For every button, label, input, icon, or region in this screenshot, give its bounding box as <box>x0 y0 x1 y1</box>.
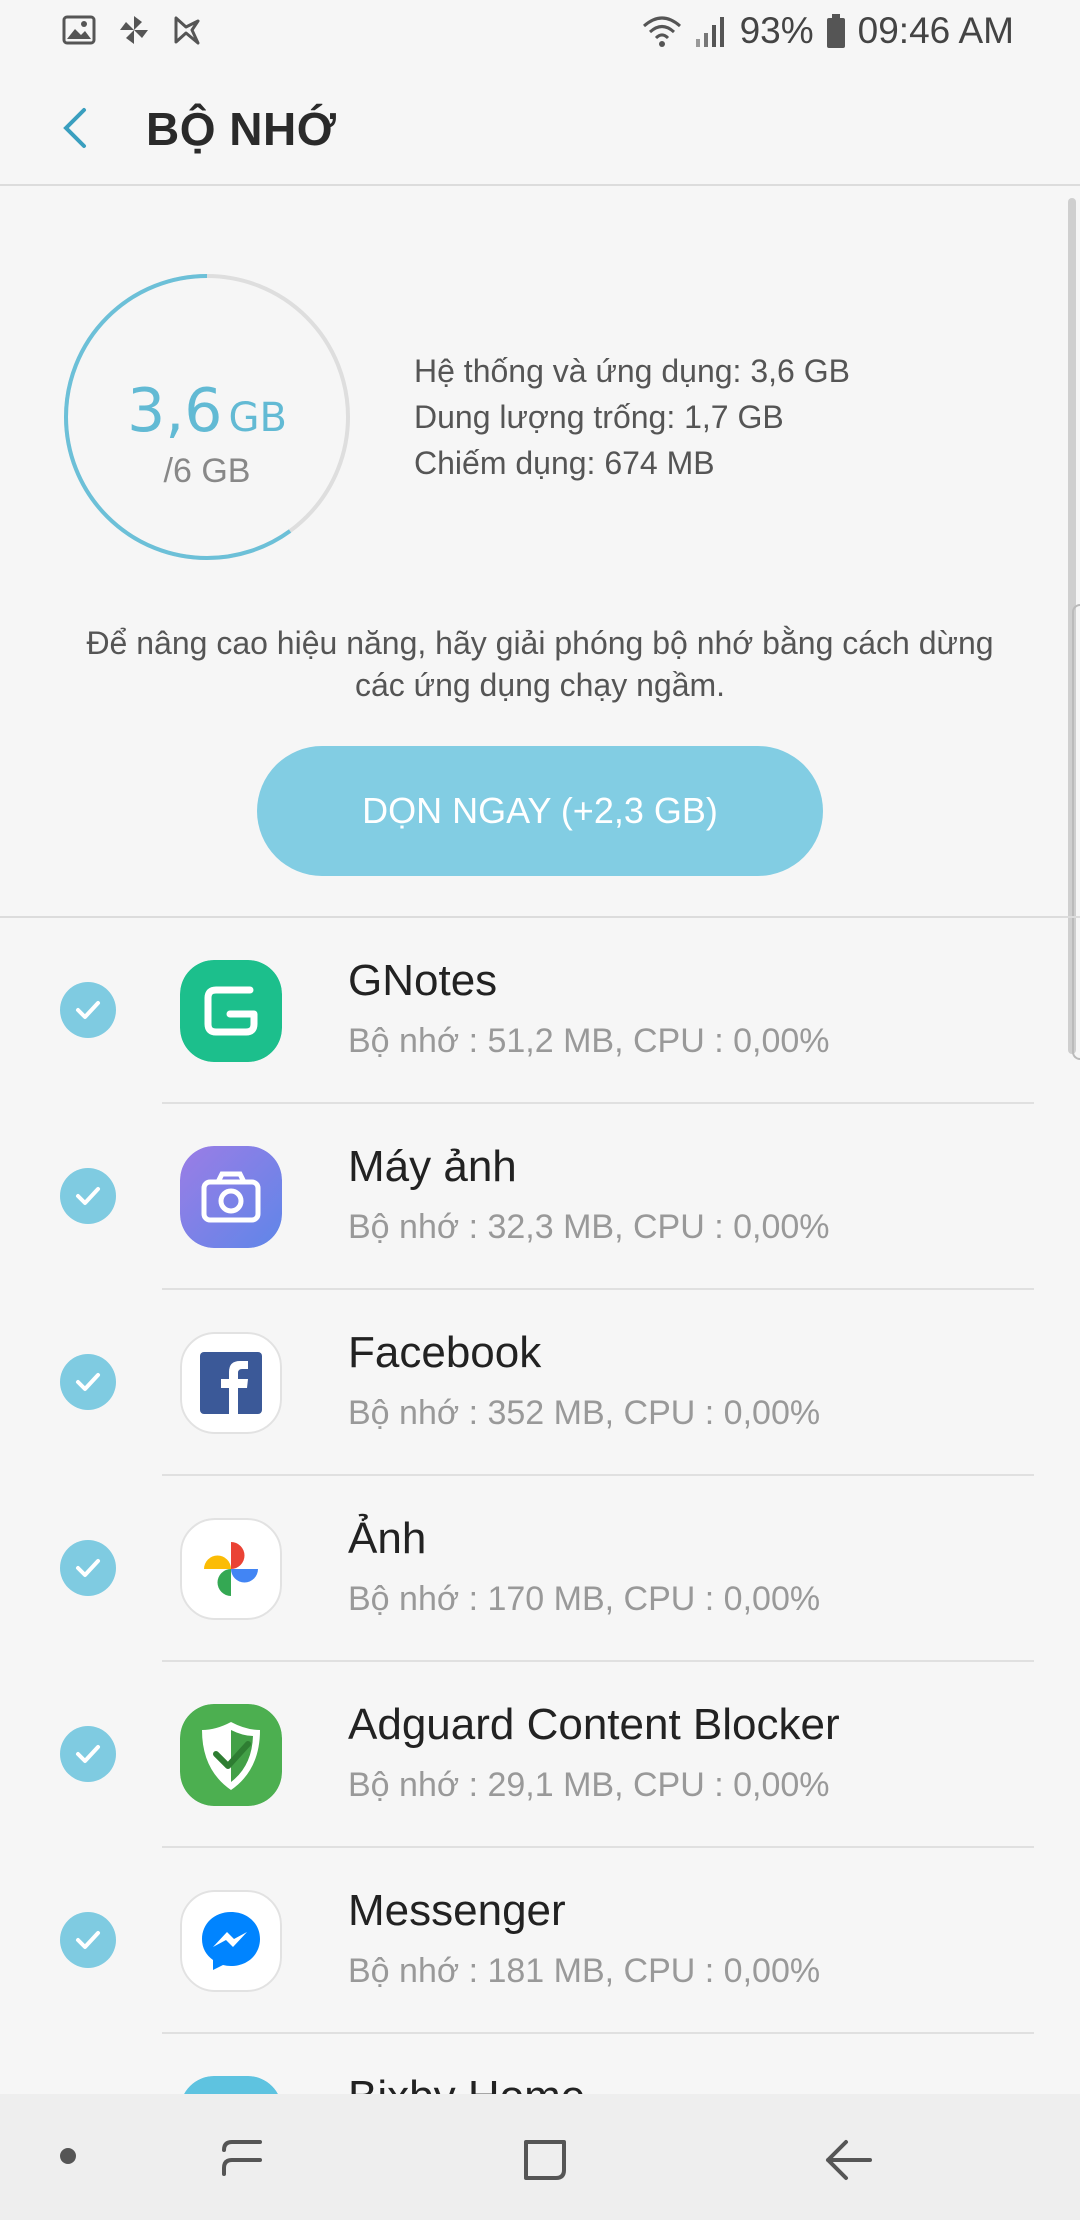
app-usage: Bộ nhớ : 352 MB, CPU : 0,00% <box>348 1394 821 1432</box>
system-status: 93% 09:46 AM <box>642 10 1014 52</box>
checkbox[interactable] <box>60 1354 116 1410</box>
chevron-left-icon <box>63 108 86 148</box>
back-nav-button[interactable] <box>812 2124 882 2194</box>
hint-text: Để nâng cao hiệu năng, hãy giải phóng bộ… <box>60 622 1020 706</box>
checkbox[interactable] <box>60 1912 116 1968</box>
list-item[interactable]: Máy ảnh Bộ nhớ : 32,3 MB, CPU : 0,00% <box>0 1104 1080 1290</box>
checkbox[interactable] <box>60 1168 116 1224</box>
app-name: GNotes <box>348 956 498 1005</box>
check-icon <box>76 1001 100 1019</box>
app-name: Ảnh <box>348 1514 427 1563</box>
pinwheel-notification-icon <box>118 14 150 46</box>
home-button[interactable] <box>510 2124 580 2194</box>
recent-apps-icon <box>222 2140 262 2176</box>
messenger-icon <box>180 1890 282 1992</box>
app-name: Máy ảnh <box>348 1142 517 1191</box>
wifi-icon <box>642 14 682 48</box>
memory-used-unit: GB <box>228 395 287 441</box>
checkbox[interactable] <box>60 1540 116 1596</box>
list-item[interactable]: Messenger Bộ nhớ : 181 MB, CPU : 0,00% <box>0 1848 1080 2034</box>
list-item[interactable]: Adguard Content Blocker Bộ nhớ : 29,1 MB… <box>0 1662 1080 1848</box>
memory-details: Hệ thống và ứng dụng: 3,6 GB Dung lượng … <box>414 348 850 486</box>
memory-used: 3,6 GB <box>62 376 352 446</box>
notification-icons <box>62 14 202 46</box>
app-usage: Bộ nhớ : 29,1 MB, CPU : 0,00% <box>348 1766 830 1804</box>
app-bar: BỘ NHỚ <box>0 66 1080 186</box>
gnotes-icon <box>180 960 282 1062</box>
check-icon <box>76 1931 100 1949</box>
nav-bar-toggle-dot[interactable] <box>60 2148 76 2164</box>
app-usage: Bộ nhớ : 181 MB, CPU : 0,00% <box>348 1952 821 1990</box>
back-button[interactable] <box>48 96 112 160</box>
check-icon <box>76 1559 100 1577</box>
recent-apps-button[interactable] <box>208 2124 278 2194</box>
check-icon <box>76 1373 100 1391</box>
hint-line-2: các ứng dụng chạy ngầm. <box>354 667 726 703</box>
adguard-icon <box>180 1704 282 1806</box>
memory-used-value: 3,6 <box>127 376 223 446</box>
battery-percent: 93% <box>739 10 814 51</box>
app-usage: Bộ nhớ : 32,3 MB, CPU : 0,00% <box>348 1208 830 1246</box>
checkbox[interactable] <box>60 1726 116 1782</box>
app-usage: Bộ nhớ : 170 MB, CPU : 0,00% <box>348 1580 821 1618</box>
app-name: Facebook <box>348 1328 542 1377</box>
back-arrow-icon <box>826 2140 872 2180</box>
app-name: Adguard Content Blocker <box>348 1700 840 1749</box>
camera-icon <box>180 1146 282 1248</box>
clean-now-button[interactable]: DỌN NGAY (+2,3 GB) <box>257 746 823 876</box>
memory-detail-system: Hệ thống và ứng dụng: 3,6 GB <box>414 353 850 389</box>
list-item[interactable]: Ảnh Bộ nhớ : 170 MB, CPU : 0,00% <box>0 1476 1080 1662</box>
facebook-icon <box>180 1332 282 1434</box>
memory-detail-occupied: Chiếm dụng: 674 MB <box>414 445 715 481</box>
photos-icon <box>180 1518 282 1620</box>
app-usage: Bộ nhớ : 51,2 MB, CPU : 0,00% <box>348 1022 830 1060</box>
checkbox[interactable] <box>60 982 116 1038</box>
list-item[interactable]: GNotes Bộ nhớ : 51,2 MB, CPU : 0,00% <box>0 918 1080 1104</box>
check-icon <box>76 1745 100 1763</box>
memory-detail-free: Dung lượng trống: 1,7 GB <box>414 399 784 435</box>
app-name: Messenger <box>348 1886 566 1935</box>
gallery-notification-icon <box>62 15 96 45</box>
status-bar: 93% 09:46 AM <box>0 0 1080 66</box>
memory-screen: 93% 09:46 AM BỘ NHỚ 3,6 GB /6 GB Hệ thống… <box>0 0 1080 2220</box>
play-store-notification-icon <box>172 15 202 45</box>
home-icon <box>524 2140 566 2180</box>
check-icon <box>76 1187 100 1205</box>
list-item[interactable]: Facebook Bộ nhớ : 352 MB, CPU : 0,00% <box>0 1290 1080 1476</box>
clock: 09:46 AM <box>857 10 1014 51</box>
navigation-bar <box>0 2094 1080 2220</box>
page-title: BỘ NHỚ <box>146 103 337 155</box>
memory-total: /6 GB <box>163 452 251 490</box>
battery-icon <box>826 14 846 48</box>
hint-line-1: Để nâng cao hiệu năng, hãy giải phóng bộ… <box>86 625 994 661</box>
signal-icon <box>694 15 728 47</box>
